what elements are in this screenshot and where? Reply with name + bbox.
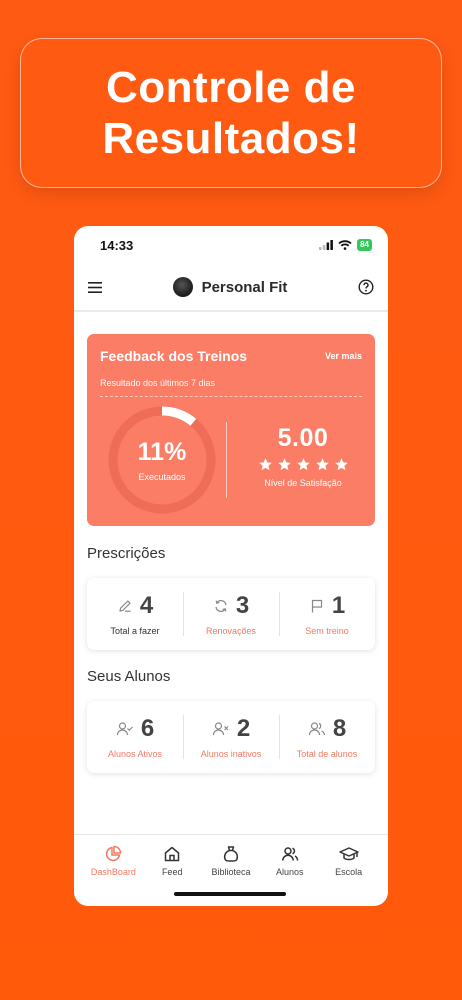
battery-icon: 84 [357,239,372,251]
app-title: Personal Fit [201,278,288,296]
wifi-icon [338,240,352,250]
prescricoes-title: Prescrições [87,545,166,562]
stat-alunos-ativos[interactable]: 6 Alunos Ativos [87,701,183,773]
stat-label: Alunos inativos [200,749,262,759]
home-icon [164,846,180,862]
flag-icon [311,599,322,613]
menu-icon[interactable] [88,281,102,293]
app-bar: Personal Fit [74,264,388,312]
phone-screen: 14:33 84 Personal Fit Feedback dos Trein… [74,226,388,906]
graduation-cap-icon [338,847,359,861]
avatar[interactable] [172,277,193,297]
executed-label: Executados [138,472,186,482]
feedback-title: Feedback dos Treinos [100,348,248,364]
dashboard-icon [106,845,122,862]
stat-label: Sem treino [305,626,349,636]
tab-escola[interactable]: Escola [319,835,378,906]
alunos-card: 6 Alunos Ativos 2 Alunos inativos 8 Tota… [87,701,375,773]
star-icon [315,458,329,471]
headline: Controle de Resultados! [102,62,359,164]
satisfaction-value: 5.00 [277,424,329,452]
stat-alunos-inativos[interactable]: 2 Alunos inativos [183,701,279,773]
users-icon [308,722,325,736]
prescricoes-card: 4 Total a fazer 3 Renovações 1 Sem trein… [87,578,375,650]
tab-label: Biblioteca [211,867,251,877]
tab-label: Alunos [276,867,304,877]
executed-progress-ring: 11% Executados [106,404,218,516]
stat-sem-treino[interactable]: 1 Sem treino [279,578,375,650]
alunos-title: Seus Alunos [87,668,171,685]
tab-label: Feed [161,867,183,877]
stat-total-a-fazer[interactable]: 4 Total a fazer [87,578,183,650]
headline-line-2: Resultados! [102,114,360,163]
pencil-icon [119,600,131,612]
star-icon [258,458,272,471]
vertical-divider [226,422,227,498]
bag-icon [223,846,239,862]
users-icon [281,847,299,861]
stat-label: Alunos Ativos [107,749,163,759]
tab-dashboard[interactable]: DashBoard [84,835,143,906]
status-bar: 14:33 84 [74,226,388,264]
stat-value: 4 [139,592,154,619]
satisfaction-score: 5.00 Nível de Satisfação [235,424,371,488]
signal-icon [319,240,333,250]
tab-label: Escola [335,867,363,877]
stat-value: 8 [332,715,347,742]
star-icon [334,458,348,471]
satisfaction-label: Nível de Satisfação [264,478,342,488]
stat-value: 1 [331,592,346,619]
stat-label: Renovações [205,626,257,636]
stat-value: 6 [140,715,155,742]
star-icon [296,458,310,471]
help-icon[interactable] [358,279,374,295]
headline-banner: Controle de Resultados! [20,38,442,188]
stat-label: Total de alunos [296,749,358,759]
refresh-icon [215,600,227,612]
stat-total-alunos[interactable]: 8 Total de alunos [279,701,375,773]
feedback-subtitle: Resultado dos últimos 7 dias [100,378,216,388]
home-indicator [174,892,286,896]
headline-line-1: Controle de [106,63,356,112]
star-icon [277,458,291,471]
stat-label: Total a fazer [110,626,160,636]
stat-value: 2 [236,715,251,742]
status-icons: 84 [319,239,372,251]
feedback-card: Feedback dos Treinos Ver mais Resultado … [87,334,375,526]
stat-renovacoes[interactable]: 3 Renovações [183,578,279,650]
stat-value: 3 [235,592,250,619]
tab-label: DashBoard [90,867,136,877]
rating-stars [235,457,371,472]
user-check-icon [116,722,133,736]
dashed-divider [100,396,362,397]
app-identity: Personal Fit [172,277,288,297]
see-more-link[interactable]: Ver mais [325,351,362,361]
executed-percent: 11% [137,438,187,466]
user-x-icon [212,722,229,736]
status-time: 14:33 [100,237,134,253]
